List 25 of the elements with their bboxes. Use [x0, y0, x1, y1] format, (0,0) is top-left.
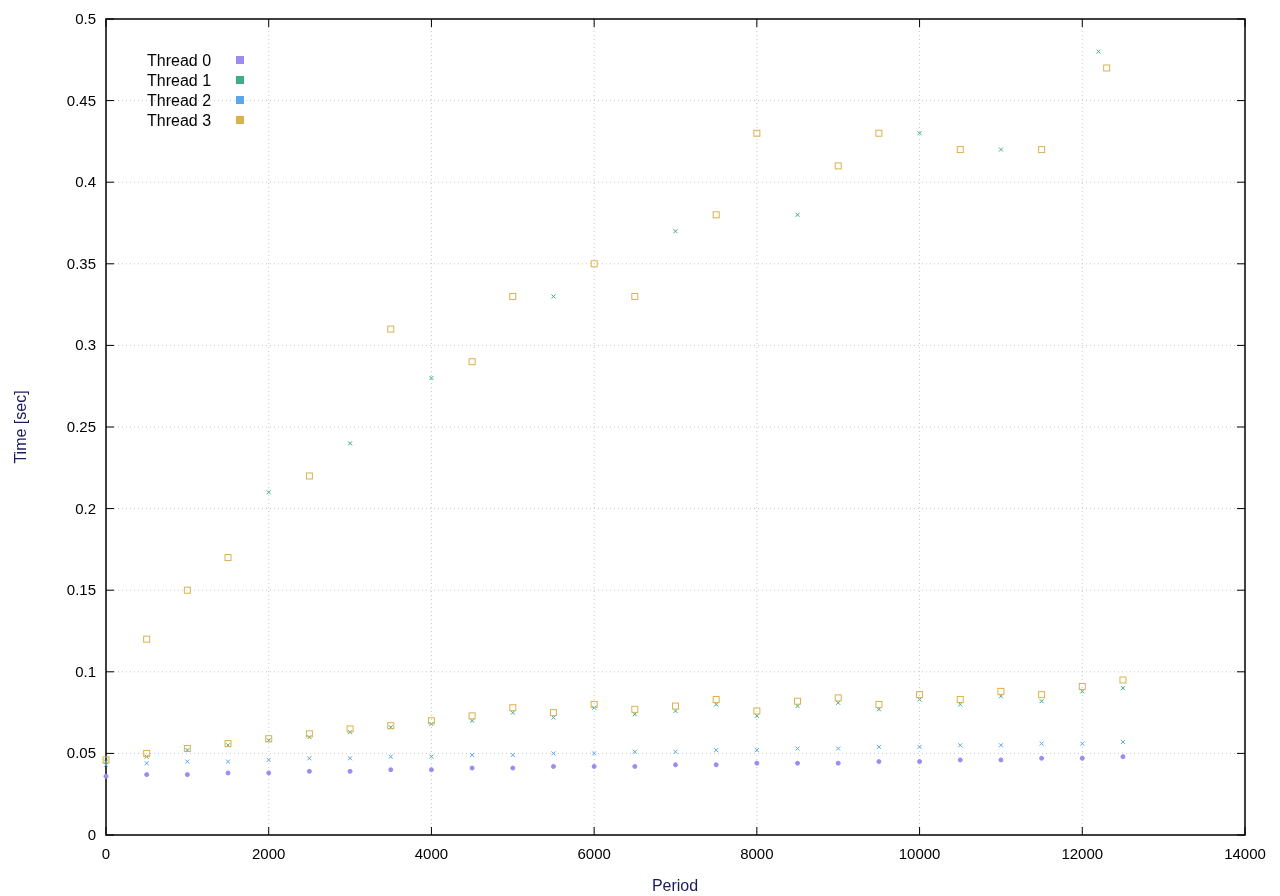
x-tick-label: 10000	[898, 845, 941, 862]
x-tick-label: 2000	[252, 845, 286, 862]
y-tick-label: 0.15	[66, 581, 96, 599]
x-tick-label: 4000	[414, 845, 449, 862]
x-tick-label: 6000	[577, 845, 611, 862]
y-tick-label: 0.35	[66, 254, 96, 272]
y-tick-label: 0.45	[66, 91, 96, 109]
y-tick-label: 0.5	[75, 10, 96, 27]
x-tick-label: 8000	[740, 845, 774, 862]
legend-label: Thread 3	[147, 112, 212, 129]
y-tick-label: 0.25	[66, 418, 96, 435]
x-tick-label: 12000	[1061, 845, 1104, 862]
x-tick-label: 14000	[1224, 845, 1266, 862]
y-tick-label: 0.3	[75, 336, 96, 354]
y-tick-label: 0.05	[66, 744, 96, 762]
y-axis-title: Time [sec]	[12, 390, 29, 464]
y-tick-label: 0.1	[75, 662, 96, 680]
legend-label: Thread 0	[147, 52, 212, 69]
y-tick-label: 0.2	[75, 499, 96, 517]
legend-label: Thread 2	[147, 92, 212, 109]
y-tick-label: 0	[87, 826, 96, 843]
x-tick-label: 0	[101, 845, 111, 862]
legend-label: Thread 1	[147, 72, 212, 89]
y-tick-label: 0.4	[75, 173, 96, 191]
x-axis-title: Period	[651, 877, 699, 894]
